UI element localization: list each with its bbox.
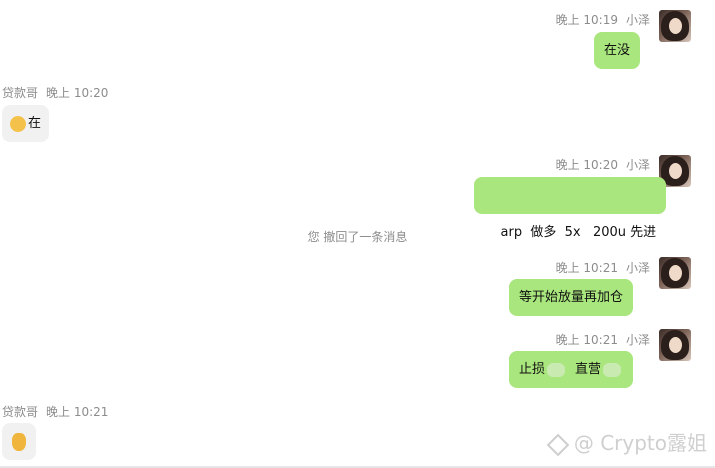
- redacted-blur: [603, 362, 622, 377]
- message-time: 晚上 10:20: [46, 86, 109, 100]
- watermark: @ Crypto露姐: [546, 427, 707, 456]
- smiling-face-emoji-icon: [10, 115, 26, 132]
- avatar-face: [669, 163, 682, 179]
- sender-name: 小泽: [625, 13, 650, 27]
- brand-logo-icon: [546, 433, 570, 456]
- message-meta: 晚上 10:19 小泽: [556, 11, 650, 28]
- watermark-text: @ Crypto露姐: [573, 431, 707, 455]
- message-meta: 晚上 10:21 小泽: [556, 331, 650, 348]
- message-meta: 晚上 10:20 小泽: [556, 156, 650, 173]
- message-time: 晚上 10:21: [555, 261, 618, 275]
- message-bubble[interactable]: 在: [2, 105, 50, 142]
- message-bubble[interactable]: arp 做多 5x 200u 先进: [474, 177, 667, 240]
- message-bubble[interactable]: 等开始放量再加仓: [509, 279, 634, 316]
- sender-name: 贷款哥: [2, 86, 39, 100]
- message-text: 等开始放量再加仓: [519, 290, 624, 305]
- message-time: 晚上 10:20: [555, 158, 618, 172]
- sender-name: 小泽: [625, 158, 650, 172]
- ok-hand-emoji-icon: [12, 432, 26, 451]
- message-text: 在: [28, 116, 42, 131]
- avatar[interactable]: [659, 257, 691, 289]
- message-meta: 贷款哥 晚上 10:20: [2, 84, 108, 101]
- avatar[interactable]: [659, 329, 691, 361]
- avatar-face: [669, 337, 682, 353]
- message-text-part: 止损: [519, 362, 546, 377]
- message-meta: 晚上 10:21 小泽: [556, 259, 650, 276]
- message-text: 在没: [604, 43, 631, 58]
- avatar[interactable]: [659, 10, 691, 42]
- sender-name: 小泽: [625, 333, 650, 347]
- recall-notice: 您 撤回了一条消息: [307, 230, 408, 244]
- message-time: 晚上 10:19: [555, 13, 618, 27]
- message-bubble[interactable]: [2, 423, 36, 460]
- avatar-face: [669, 18, 682, 34]
- avatar-face: [669, 265, 682, 281]
- message-time: 晚上 10:21: [555, 333, 618, 347]
- sender-name: 贷款哥: [2, 405, 39, 419]
- message-meta: 贷款哥 晚上 10:21: [2, 403, 108, 420]
- message-bubble[interactable]: 在没: [594, 32, 641, 69]
- sender-name: 小泽: [625, 261, 650, 275]
- redacted-blur: [547, 362, 566, 377]
- chat-history: 晚上 10:19 小泽 在没 贷款哥 晚上 10:20 在 晚上 10:20 小泽 a…: [0, 0, 715, 468]
- message-time: 晚上 10:21: [46, 405, 109, 419]
- message-bubble[interactable]: 止损 直营: [509, 351, 634, 388]
- message-text-part: 直营: [575, 362, 602, 377]
